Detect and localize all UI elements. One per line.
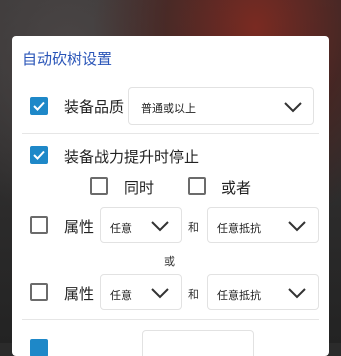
equipment-quality-select[interactable]: 普通或以上 — [128, 87, 314, 125]
attribute-row1-select[interactable]: 任意 — [100, 207, 182, 243]
equipment-quality-checkbox[interactable] — [30, 97, 48, 115]
equipment-quality-value: 普通或以上 — [141, 102, 196, 115]
chevron-down-icon — [288, 221, 306, 232]
chevron-down-icon — [151, 288, 169, 299]
dialog-title: 自动砍树设置 — [22, 50, 113, 68]
divider — [22, 133, 319, 134]
chevron-down-icon — [151, 221, 169, 232]
or-separator: 或 — [164, 255, 175, 268]
check-icon — [33, 150, 45, 160]
divider — [22, 319, 319, 320]
stop-on-power-label: 装备战力提升时停止 — [64, 148, 200, 166]
or-label: 或者 — [221, 179, 252, 197]
attribute-row1-resist-select[interactable]: 任意抵抗 — [207, 207, 319, 243]
attribute-row2-resist-select[interactable]: 任意抵抗 — [207, 274, 319, 310]
attribute-row1-label: 属性 — [64, 218, 95, 236]
attribute-row1-checkbox[interactable] — [30, 216, 48, 234]
or-checkbox[interactable] — [188, 177, 206, 195]
attribute-row2-checkbox[interactable] — [30, 283, 48, 301]
attribute-row1-resist-value: 任意抵抗 — [217, 222, 261, 235]
check-icon — [33, 101, 45, 111]
next-option-checkbox[interactable] — [30, 339, 48, 356]
attribute-row2-value: 任意 — [110, 289, 132, 302]
attribute-row1-conjunction: 和 — [188, 221, 199, 234]
chevron-down-icon — [288, 288, 306, 299]
stop-on-power-checkbox[interactable] — [30, 146, 48, 164]
same-time-label: 同时 — [124, 179, 155, 197]
next-option-select[interactable] — [142, 330, 254, 356]
auto-chop-settings-dialog: 自动砍树设置 装备品质 普通或以上 装备战力提升时停止 同时 或者 属性 任意 … — [12, 36, 329, 356]
attribute-row2-select[interactable]: 任意 — [100, 274, 182, 310]
attribute-row2-label: 属性 — [64, 285, 95, 303]
chevron-down-icon — [284, 102, 302, 113]
equipment-quality-label: 装备品质 — [64, 98, 125, 116]
attribute-row2-conjunction: 和 — [188, 288, 199, 301]
same-time-checkbox[interactable] — [90, 177, 108, 195]
attribute-row2-resist-value: 任意抵抗 — [217, 289, 261, 302]
attribute-row1-value: 任意 — [110, 222, 132, 235]
